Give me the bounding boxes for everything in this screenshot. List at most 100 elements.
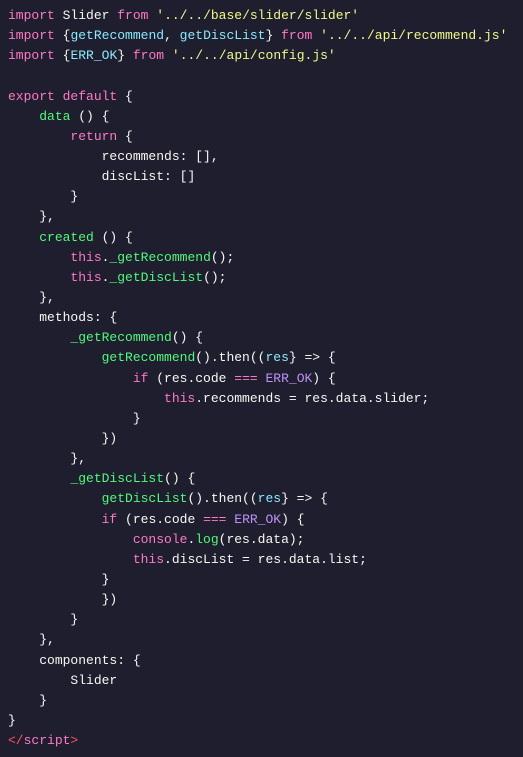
- code-token: [8, 248, 70, 268]
- code-token: methods:: [39, 308, 109, 328]
- code-token: from: [117, 6, 148, 26]
- code-token: [8, 409, 133, 429]
- code-token: .discList = res.data.list;: [164, 550, 367, 570]
- code-token: if: [133, 369, 149, 389]
- code-editor: import Slider from '../../base/slider/sl…: [0, 0, 523, 757]
- code-line: },: [0, 449, 523, 469]
- code-token: from: [281, 26, 312, 46]
- code-line: getDiscList().then((res} => {: [0, 489, 523, 509]
- code-token: >: [70, 731, 78, 751]
- code-token: }: [117, 46, 125, 66]
- code-token: discList:: [102, 167, 180, 187]
- code-token: import: [8, 46, 55, 66]
- code-token: (): [94, 228, 125, 248]
- code-token: components:: [39, 651, 133, 671]
- code-token: '../../base/slider/slider': [156, 6, 359, 26]
- code-token: '../../api/recommend.js': [320, 26, 507, 46]
- code-line: }: [0, 187, 523, 207]
- code-token: ): [281, 510, 297, 530]
- code-token: }: [102, 570, 110, 590]
- code-token: getRecommend: [70, 26, 164, 46]
- code-token: res: [265, 348, 288, 368]
- code-token: [8, 530, 133, 550]
- code-token: (res.code: [148, 369, 234, 389]
- code-token: [125, 46, 133, 66]
- code-line: },: [0, 207, 523, 227]
- code-line: },: [0, 288, 523, 308]
- code-line: import {ERR_OK} from '../../api/config.j…: [0, 46, 523, 66]
- code-line: import Slider from '../../base/slider/sl…: [0, 6, 523, 26]
- code-token: }: [266, 26, 274, 46]
- code-token: },: [39, 288, 55, 308]
- code-token: Slider: [55, 6, 117, 26]
- code-token: (res.data);: [219, 530, 305, 550]
- code-token: ERR_OK: [70, 46, 117, 66]
- code-token: ,: [164, 26, 180, 46]
- code-line: getRecommend().then((res} => {: [0, 348, 523, 368]
- code-token: [8, 348, 102, 368]
- code-token: {: [125, 127, 133, 147]
- code-token: [273, 26, 281, 46]
- code-token: {: [195, 328, 203, 348]
- code-token: Slider: [70, 671, 117, 691]
- code-token: (): [164, 469, 187, 489]
- code-token: [8, 429, 102, 449]
- code-token: [8, 590, 102, 610]
- code-token: import: [8, 6, 55, 26]
- code-token: [226, 510, 234, 530]
- code-token: [55, 87, 63, 107]
- code-token: created: [39, 228, 94, 248]
- code-line: if (res.code === ERR_OK) {: [0, 369, 523, 389]
- code-token: '../../api/config.js': [172, 46, 336, 66]
- code-line: }: [0, 711, 523, 731]
- code-token: } =>: [281, 489, 320, 509]
- code-token: (): [70, 107, 101, 127]
- code-token: </: [8, 731, 24, 751]
- code-token: }: [133, 409, 141, 429]
- code-token: [8, 127, 70, 147]
- code-line: this.recommends = res.data.slider;: [0, 389, 523, 409]
- code-token: }: [70, 610, 78, 630]
- code-token: getDiscList: [180, 26, 266, 46]
- code-token: }: [8, 711, 16, 731]
- code-line: console.log(res.data);: [0, 530, 523, 550]
- code-token: (): [172, 328, 195, 348]
- code-token: [8, 369, 133, 389]
- code-line: }: [0, 691, 523, 711]
- code-line: [0, 66, 523, 86]
- code-token: [8, 691, 39, 711]
- code-line: }): [0, 429, 523, 449]
- code-token: [8, 610, 70, 630]
- code-token: {: [63, 46, 71, 66]
- code-token: _getRecommend: [109, 248, 210, 268]
- code-token: ,: [211, 147, 219, 167]
- code-token: [8, 288, 39, 308]
- code-token: _getDiscList: [70, 469, 164, 489]
- code-token: [8, 167, 102, 187]
- code-token: [258, 369, 266, 389]
- code-token: [8, 449, 70, 469]
- code-token: ();: [211, 248, 234, 268]
- code-token: [164, 46, 172, 66]
- code-token: [8, 510, 102, 530]
- code-token: },: [70, 449, 86, 469]
- code-line: data () {: [0, 107, 523, 127]
- code-token: [8, 389, 164, 409]
- code-token: this: [70, 268, 101, 288]
- code-token: ().then((: [187, 489, 257, 509]
- code-token: [8, 469, 70, 489]
- code-token: [8, 207, 39, 227]
- code-token: console: [133, 530, 188, 550]
- code-token: script: [24, 731, 71, 751]
- code-token: [8, 651, 39, 671]
- code-token: recommends:: [102, 147, 196, 167]
- code-line: Slider: [0, 671, 523, 691]
- code-token: },: [39, 207, 55, 227]
- code-token: getDiscList: [102, 489, 188, 509]
- code-line: components: {: [0, 651, 523, 671]
- code-token: {: [125, 228, 133, 248]
- code-token: export: [8, 87, 55, 107]
- code-token: {: [109, 308, 117, 328]
- code-token: [8, 147, 102, 167]
- code-token: .: [187, 530, 195, 550]
